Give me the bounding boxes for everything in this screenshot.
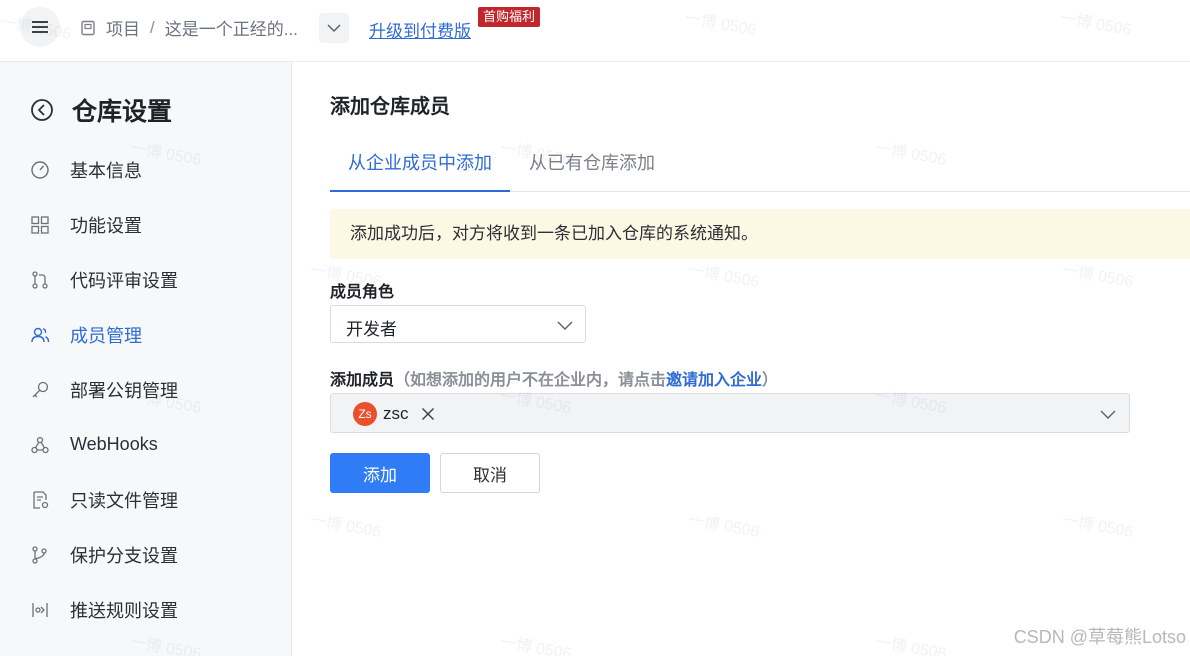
breadcrumb: 项目 / 这是一个正经的... — [80, 15, 298, 40]
webhook-icon — [30, 435, 50, 455]
hamburger-icon — [32, 21, 48, 33]
upgrade-link[interactable]: 升级到付费版 — [369, 17, 471, 42]
tab-from-repo[interactable]: 从已有仓库添加 — [529, 140, 655, 192]
role-select[interactable]: 开发者 — [330, 305, 586, 343]
promo-badge: 首购福利 — [478, 7, 541, 27]
sidebar-item-label: 功能设置 — [70, 215, 142, 236]
sidebar-item-readonly-files[interactable]: 只读文件管理 — [0, 472, 292, 527]
sidebar-item-label: 只读文件管理 — [70, 490, 178, 511]
pull-request-icon — [30, 270, 50, 290]
notice-banner: 添加成功后，对方将收到一条已加入仓库的系统通知。 — [330, 209, 1190, 259]
member-tag-name: zsc — [383, 404, 409, 423]
member-select[interactable]: Zs zsc — [330, 393, 1130, 433]
member-label: 添加成员 — [330, 372, 395, 389]
sidebar-item-push-rules[interactable]: 推送规则设置 — [0, 582, 292, 637]
sidebar-item-label: 部署公钥管理 — [70, 380, 178, 401]
member-label-row: 添加成员（如想添加的用户不在企业内，请点击邀请加入企业） — [330, 366, 778, 390]
breadcrumb-repo[interactable]: 这是一个正经的... — [165, 15, 298, 40]
sidebar-item-webhooks[interactable]: WebHooks — [0, 417, 292, 472]
sidebar-nav: 基本信息 功能设置 代码评审设置 成员管理 部署公钥管理 WebHooks 只读… — [0, 142, 292, 637]
file-settings-icon — [30, 490, 50, 510]
cancel-button[interactable]: 取消 — [440, 453, 540, 493]
grid-icon — [30, 215, 50, 235]
sidebar-item-protected-branches[interactable]: 保护分支设置 — [0, 527, 292, 582]
push-rule-icon — [30, 600, 50, 620]
repo-switch-button[interactable] — [319, 13, 349, 43]
sidebar: 仓库设置 基本信息 功能设置 代码评审设置 成员管理 部署公钥管理 WebHoo… — [0, 62, 292, 656]
add-button[interactable]: 添加 — [330, 453, 430, 493]
branch-icon — [30, 545, 50, 565]
member-hint-suffix: ） — [762, 372, 779, 389]
sidebar-item-label: 成员管理 — [70, 325, 142, 346]
chevron-down-icon — [1100, 407, 1116, 421]
tab-from-enterprise[interactable]: 从企业成员中添加 — [330, 140, 510, 192]
key-icon — [30, 380, 50, 400]
app-window: 项目 / 这是一个正经的... 升级到付费版 首购福利 仓库设置 基本信息 功能… — [0, 0, 1190, 656]
sidebar-item-code-review[interactable]: 代码评审设置 — [0, 252, 292, 307]
role-label: 成员角色 — [330, 284, 395, 301]
sidebar-item-members[interactable]: 成员管理 — [0, 307, 292, 362]
back-icon[interactable] — [30, 98, 54, 122]
top-bar: 项目 / 这是一个正经的... 升级到付费版 首购福利 — [0, 0, 1190, 62]
invite-link[interactable]: 邀请加入企业 — [666, 372, 762, 389]
users-icon — [30, 325, 50, 345]
repo-icon — [80, 20, 96, 36]
sidebar-item-label: WebHooks — [70, 434, 158, 454]
menu-button[interactable] — [20, 7, 60, 47]
close-icon[interactable] — [421, 407, 435, 421]
sidebar-header: 仓库设置 — [30, 92, 172, 128]
breadcrumb-project[interactable]: 项目 — [106, 15, 140, 40]
sidebar-item-label: 代码评审设置 — [70, 270, 178, 291]
tab-bar: 从企业成员中添加 从已有仓库添加 — [330, 140, 1190, 192]
main-content: 添加仓库成员 从企业成员中添加 从已有仓库添加 添加成功后，对方将收到一条已加入… — [292, 62, 1190, 656]
sidebar-item-label: 基本信息 — [70, 160, 142, 181]
chevron-down-icon — [327, 24, 341, 33]
sidebar-title: 仓库设置 — [72, 98, 173, 126]
breadcrumb-separator: / — [150, 17, 155, 37]
sidebar-item-deploy-keys[interactable]: 部署公钥管理 — [0, 362, 292, 417]
sidebar-item-label: 保护分支设置 — [70, 545, 178, 566]
member-hint-prefix: （如想添加的用户不在企业内，请点击 — [394, 372, 667, 389]
sidebar-item-basic-info[interactable]: 基本信息 — [0, 142, 292, 197]
gauge-icon — [30, 160, 50, 180]
avatar: Zs — [353, 402, 377, 426]
page-title: 添加仓库成员 — [330, 96, 450, 118]
role-select-value: 开发者 — [346, 320, 397, 339]
sidebar-item-features[interactable]: 功能设置 — [0, 197, 292, 252]
chevron-down-icon — [557, 318, 573, 332]
sidebar-item-label: 推送规则设置 — [70, 600, 178, 621]
member-hint: （如想添加的用户不在企业内，请点击邀请加入企业） — [394, 372, 778, 389]
member-tag: Zs zsc — [353, 401, 435, 427]
